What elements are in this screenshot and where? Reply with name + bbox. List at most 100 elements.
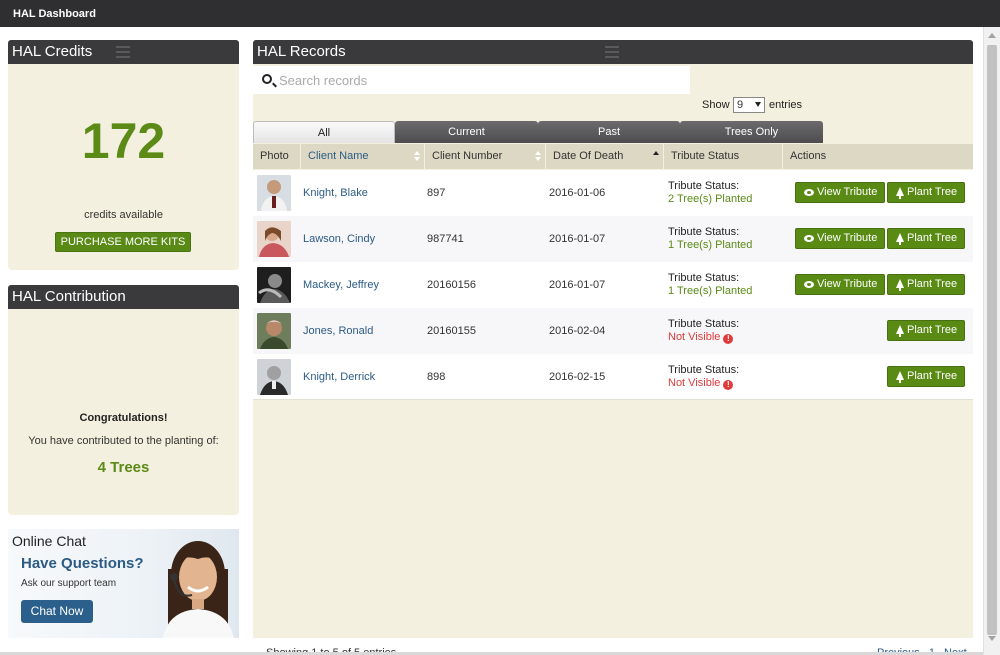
view-tribute-button[interactable]: View Tribute [795, 228, 885, 249]
column-label: Client Number [432, 150, 503, 162]
client-name-link[interactable]: Knight, Derrick [303, 371, 375, 383]
warning-icon: ! [723, 334, 734, 344]
sort-icon [414, 151, 420, 162]
app-title: HAL Dashboard [13, 8, 96, 20]
credits-panel: HAL Credits 172 credits available PURCHA… [8, 40, 239, 270]
client-photo [257, 313, 291, 349]
client-number: 20160156 [427, 279, 476, 291]
tribute-status-value: 2 Tree(s) Planted [668, 193, 753, 205]
sort-ascending-icon [653, 151, 659, 162]
client-number: 987741 [427, 233, 464, 245]
client-name-link[interactable]: Mackey, Jeffrey [303, 279, 379, 291]
chevron-down-icon [755, 102, 761, 107]
tribute-status-value: 1 Tree(s) Planted [668, 239, 753, 251]
chat-now-button[interactable]: Chat Now [21, 600, 93, 623]
table-row: Mackey, Jeffrey 20160156 2016-01-07 Trib… [253, 262, 973, 308]
plant-tree-label: Plant Tree [907, 370, 958, 382]
tribute-status-label: Tribute Status: [668, 226, 740, 238]
table-row: Knight, Blake 897 2016-01-06 Tribute Sta… [253, 170, 973, 216]
eye-icon [804, 235, 814, 242]
column-tribute-status: Tribute Status [664, 144, 783, 169]
eye-icon [804, 189, 814, 196]
column-client-number[interactable]: Client Number [425, 144, 546, 169]
tab-all[interactable]: All [253, 121, 395, 143]
tree-icon [896, 325, 904, 337]
tab-trees-only[interactable]: Trees Only [680, 121, 823, 143]
date-of-death: 2016-01-07 [549, 279, 606, 291]
tree-icon [896, 233, 904, 245]
entries-label: entries [769, 99, 803, 111]
scroll-down-icon[interactable] [988, 636, 996, 641]
client-photo [257, 359, 291, 395]
tree-icon [896, 187, 904, 199]
eye-icon [804, 281, 814, 288]
entries-value: 9 [737, 99, 744, 111]
top-bar: HAL Dashboard [0, 0, 1000, 27]
plant-tree-label: Plant Tree [907, 186, 958, 198]
contribution-header: HAL Contribution [8, 285, 239, 309]
tab-current[interactable]: Current [395, 121, 538, 143]
plant-tree-label: Plant Tree [907, 324, 958, 336]
client-number: 20160155 [427, 325, 476, 337]
trees-count: 4 Trees [97, 459, 150, 476]
client-name-link[interactable]: Lawson, Cindy [303, 233, 375, 245]
column-label: Date Of Death [553, 150, 624, 162]
scroll-up-icon[interactable] [988, 33, 996, 38]
plant-tree-button[interactable]: Plant Tree [887, 366, 965, 387]
drag-handle-icon[interactable] [116, 46, 130, 58]
drag-handle-icon[interactable] [605, 46, 619, 58]
view-tribute-button[interactable]: View Tribute [795, 274, 885, 295]
table-row: Jones, Ronald 20160155 2016-02-04 Tribut… [253, 308, 973, 354]
view-tribute-button[interactable]: View Tribute [795, 182, 885, 203]
status-text: Not Visible [668, 331, 721, 343]
client-photo [257, 175, 291, 211]
support-agent-image [163, 541, 234, 638]
scrollbar-thumb[interactable] [987, 45, 997, 635]
date-of-death: 2016-01-07 [549, 233, 606, 245]
column-date-of-death[interactable]: Date Of Death [546, 144, 664, 169]
entries-select[interactable]: 9 [733, 97, 765, 113]
tab-past[interactable]: Past [538, 121, 680, 143]
tree-icon [896, 279, 904, 291]
search-input[interactable] [279, 71, 679, 89]
table-row: Lawson, Cindy 987741 2016-01-07 Tribute … [253, 216, 973, 262]
client-number: 897 [427, 187, 446, 199]
tribute-status-label: Tribute Status: [668, 364, 740, 376]
chat-title: Online Chat [12, 533, 86, 549]
date-of-death: 2016-02-04 [549, 325, 606, 337]
vertical-scrollbar[interactable] [983, 27, 1000, 655]
search-icon [262, 74, 272, 84]
contribution-text: You have contributed to the planting of: [28, 435, 219, 447]
credits-body: 172 credits available PURCHASE MORE KITS [8, 64, 239, 270]
client-number: 898 [427, 371, 446, 383]
credits-caption: credits available [84, 209, 163, 221]
plant-tree-button[interactable]: Plant Tree [887, 274, 965, 295]
contribution-title: HAL Contribution [12, 288, 126, 305]
plant-tree-button[interactable]: Plant Tree [887, 228, 965, 249]
records-body: Show 9 entries All Current Past Trees On… [253, 64, 973, 655]
search-bar [253, 66, 690, 94]
chat-headline: Have Questions? [21, 555, 144, 572]
warning-icon: ! [723, 380, 734, 390]
filter-tabs: All Current Past Trees Only [253, 121, 823, 143]
client-photo [257, 221, 291, 257]
column-client-name[interactable]: Client Name [301, 144, 425, 169]
client-name-link[interactable]: Knight, Blake [303, 187, 368, 199]
credits-header: HAL Credits [8, 40, 239, 64]
tribute-status-value: Not Visible! [668, 331, 734, 344]
view-tribute-label: View Tribute [817, 278, 878, 290]
tribute-status-label: Tribute Status: [668, 180, 740, 192]
tribute-status-label: Tribute Status: [668, 318, 740, 330]
date-of-death: 2016-02-15 [549, 371, 606, 383]
client-photo [257, 267, 291, 303]
table-row: Knight, Derrick 898 2016-02-15 Tribute S… [253, 354, 973, 400]
tribute-status-value: Not Visible! [668, 377, 734, 390]
plant-tree-button[interactable]: Plant Tree [887, 182, 965, 203]
credits-title: HAL Credits [12, 43, 93, 60]
client-name-link[interactable]: Jones, Ronald [303, 325, 373, 337]
purchase-kits-button[interactable]: PURCHASE MORE KITS [55, 232, 191, 252]
show-label: Show [702, 99, 730, 111]
tribute-status-label: Tribute Status: [668, 272, 740, 284]
sort-icon [535, 151, 541, 162]
plant-tree-button[interactable]: Plant Tree [887, 320, 965, 341]
